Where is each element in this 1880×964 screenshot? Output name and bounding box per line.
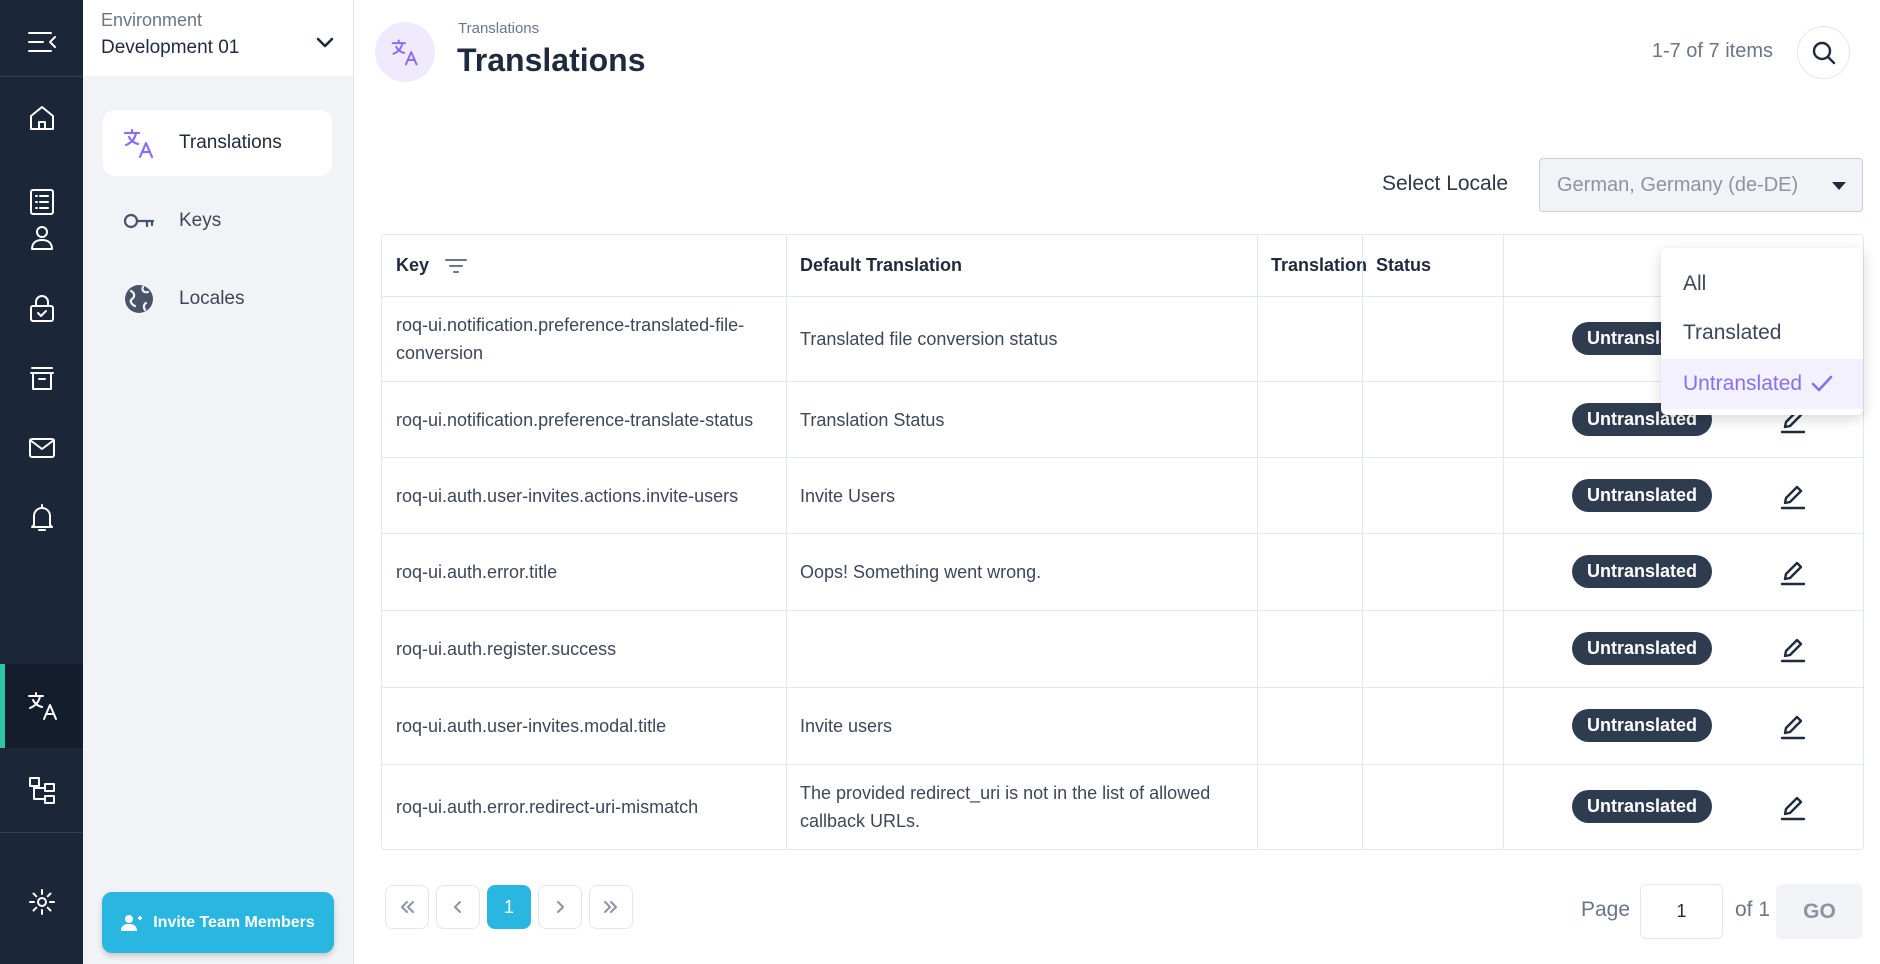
column-header-default-translation: Default Translation [786, 235, 1257, 296]
cell-key: roq-ui.notification.preference-translate… [396, 409, 754, 430]
cell-translation[interactable] [1257, 458, 1362, 533]
locale-value: German, Germany (de-DE) [1557, 173, 1799, 196]
edit-icon[interactable] [1778, 481, 1808, 511]
go-button[interactable]: GO [1776, 884, 1863, 939]
cell-key: roq-ui.auth.user-invites.actions.invite-… [396, 485, 739, 506]
column-header-translation: Translation [1257, 235, 1367, 296]
cell-default-translation: Invite users [800, 716, 893, 736]
items-count: 1-7 of 7 items [1651, 40, 1773, 62]
page-label: Page [1581, 898, 1631, 921]
cell-key: roq-ui.auth.error.redirect-uri-mismatch [396, 797, 699, 817]
sidebar-item-label: Translations [179, 132, 282, 153]
breadcrumb[interactable]: Translations [458, 20, 539, 37]
key-icon [119, 203, 159, 239]
cell-translation[interactable] [1257, 297, 1362, 381]
page-translate-icon [375, 22, 435, 82]
chevron-right-icon [557, 901, 564, 913]
status-badge: Untranslated [1572, 555, 1712, 588]
menu-item-translated[interactable]: Translated [1661, 308, 1863, 358]
gear-icon[interactable] [0, 860, 83, 944]
column-header-label: Status [1376, 255, 1432, 275]
environment-label: Environment [101, 10, 203, 30]
hierarchy-icon[interactable] [0, 748, 83, 832]
add-user-icon [121, 914, 143, 931]
cell-default-translation: Invite Users [800, 485, 896, 506]
chevron-left-icon [454, 901, 461, 913]
translate-icon[interactable] [0, 664, 83, 748]
bell-icon[interactable] [0, 476, 83, 560]
page-title: Translations [457, 42, 646, 78]
column-header-key[interactable]: Key [382, 235, 786, 296]
cell-default-translation: Translated file conversion status [800, 329, 1058, 349]
cell-key: roq-ui.auth.error.title [396, 562, 558, 582]
cell-translation[interactable] [1257, 765, 1362, 849]
page-input[interactable] [1640, 884, 1723, 939]
check-icon [1810, 374, 1834, 394]
sidebar-item-translations[interactable]: Translations [103, 110, 332, 176]
rail-divider [0, 832, 83, 833]
page-number-button[interactable]: 1 [487, 885, 531, 929]
cell-translation[interactable] [1257, 688, 1362, 764]
cell-key: roq-ui.auth.register.success [396, 639, 617, 659]
cell-default-translation [786, 611, 1257, 687]
cell-translation[interactable] [1257, 534, 1362, 610]
status-filter-menu: All Translated Untranslated [1661, 248, 1863, 415]
environment-value: Development 01 [101, 37, 240, 58]
sidebar-item-keys[interactable]: Keys [103, 188, 332, 254]
status-badge: Untranslated [1572, 790, 1712, 823]
last-page-button[interactable] [589, 885, 633, 929]
menu-item-label: Untranslated [1683, 372, 1803, 395]
menu-item-label: All [1683, 272, 1707, 295]
menu-item-label: Translated [1683, 321, 1782, 344]
cell-translation[interactable] [1257, 611, 1362, 687]
cell-default-translation: Translation Status [800, 409, 945, 430]
invite-team-members-button[interactable]: Invite Team Members [102, 892, 334, 953]
edit-icon[interactable] [1778, 711, 1808, 741]
previous-page-button[interactable] [436, 885, 480, 929]
sidebar-item-locales[interactable]: Locales [103, 266, 332, 332]
secondary-sidebar: Environment Development 01 Translations … [83, 0, 354, 964]
caret-down-icon [1832, 182, 1846, 190]
globe-icon [119, 281, 159, 317]
next-page-button[interactable] [538, 885, 582, 929]
locale-select[interactable]: German, Germany (de-DE) [1539, 158, 1863, 212]
collapse-menu-icon[interactable] [0, 0, 83, 84]
locale-label: Select Locale [1382, 172, 1509, 195]
sidebar-item-label: Keys [179, 210, 222, 231]
column-header-label: Default Translation [800, 255, 963, 275]
cell-default-translation: Oops! Something went wrong. [800, 562, 1042, 582]
menu-item-all[interactable]: All [1661, 259, 1863, 309]
column-header-label: Translation [1271, 255, 1368, 275]
column-divider [1362, 235, 1363, 849]
first-page-button[interactable] [385, 885, 429, 929]
cell-key: roq-ui.auth.user-invites.modal.title [396, 716, 667, 736]
icon-rail [0, 0, 83, 964]
edit-icon[interactable] [1778, 792, 1808, 822]
edit-icon[interactable] [1778, 557, 1808, 587]
translate-icon [119, 125, 159, 161]
invite-button-label: Invite Team Members [153, 913, 315, 931]
page-total-label: of 1 [1735, 898, 1771, 921]
status-badge: Untranslated [1572, 709, 1712, 742]
menu-item-untranslated[interactable]: Untranslated [1661, 359, 1863, 409]
filter-icon[interactable] [444, 256, 468, 276]
edit-icon[interactable] [1778, 634, 1808, 664]
double-chevron-right-icon [604, 901, 617, 913]
status-badge: Untranslated [1572, 479, 1712, 512]
search-icon [1812, 41, 1835, 64]
search-button[interactable] [1797, 26, 1850, 79]
cell-default-translation: The provided redirect_uri is not in the … [800, 783, 1211, 831]
double-chevron-left-icon [401, 901, 414, 913]
column-divider [1503, 235, 1504, 849]
home-icon[interactable] [0, 76, 83, 160]
chevron-down-icon [316, 37, 334, 48]
environment-selector[interactable]: Environment Development 01 [83, 0, 353, 76]
status-badge: Untranslated [1572, 632, 1712, 665]
sidebar-item-label: Locales [179, 288, 245, 309]
translations-table: Key Default Translation Translation Stat… [381, 234, 1864, 850]
cell-translation[interactable] [1257, 382, 1362, 457]
column-header-status[interactable]: Status [1362, 235, 1503, 296]
column-header-label: Key [396, 255, 430, 275]
cell-key: roq-ui.notification.preference-translate… [396, 315, 745, 363]
